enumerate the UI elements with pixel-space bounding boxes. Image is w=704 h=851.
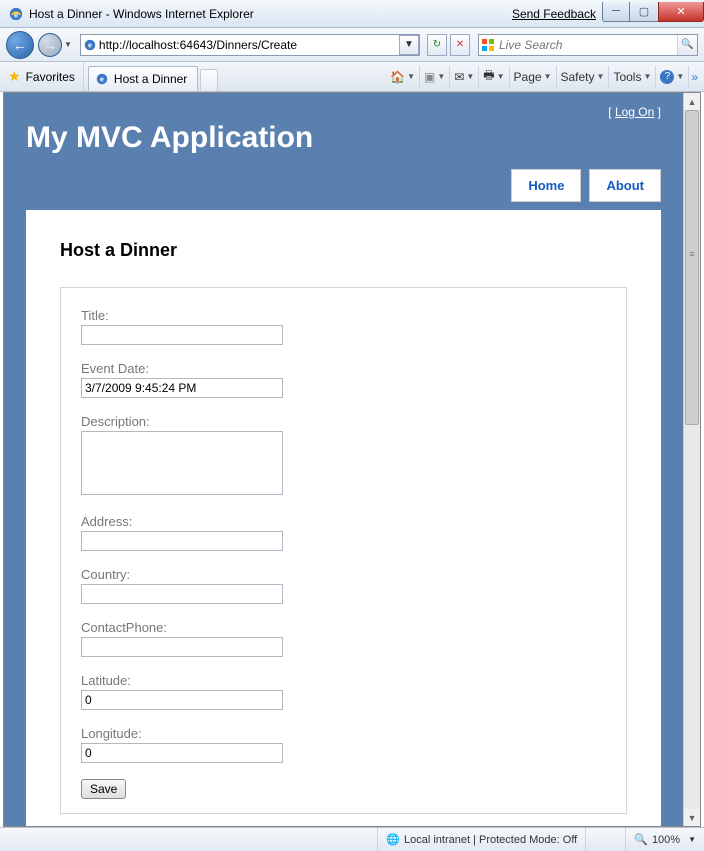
zoom-control[interactable]: 🔍 100% ▼	[625, 828, 704, 851]
save-button[interactable]: Save	[81, 779, 126, 799]
country-input[interactable]	[81, 584, 283, 604]
contactphone-label: ContactPhone:	[81, 620, 606, 635]
navigation-bar: ← → ▼ e ▼ ↻ ✕ 🔍	[0, 28, 704, 62]
scroll-track[interactable]: ≡	[684, 110, 700, 809]
scroll-up-icon[interactable]: ▲	[684, 93, 700, 110]
feeds-tool-button[interactable]: ▣▼	[420, 66, 450, 88]
mail-icon: ✉	[454, 70, 464, 84]
expand-toolbar-button[interactable]: »	[689, 66, 700, 88]
tab-icon: e	[95, 72, 109, 86]
svg-text:e: e	[88, 42, 92, 49]
search-input[interactable]	[497, 37, 678, 53]
rss-icon: ▣	[424, 70, 435, 84]
home-icon: 🏠	[390, 70, 405, 84]
vertical-scrollbar[interactable]: ▲ ≡ ▼	[683, 93, 700, 826]
address-dropdown-icon[interactable]: ▼	[399, 35, 419, 55]
title-label: Title:	[81, 308, 606, 323]
country-label: Country:	[81, 567, 606, 582]
zoom-icon: 🔍	[634, 833, 648, 846]
nav-about[interactable]: About	[589, 169, 661, 202]
eventdate-input[interactable]	[81, 378, 283, 398]
page-icon: e	[81, 38, 99, 52]
stop-button[interactable]: ✕	[450, 34, 470, 56]
history-dropdown-icon[interactable]: ▼	[64, 40, 72, 49]
page-heading: Host a Dinner	[60, 240, 627, 261]
mail-tool-button[interactable]: ✉▼	[450, 66, 479, 88]
svg-text:e: e	[14, 10, 19, 19]
search-bar[interactable]: 🔍	[478, 34, 698, 56]
latitude-input[interactable]	[81, 690, 283, 710]
windows-flag-icon	[479, 38, 497, 52]
forward-button[interactable]: →	[38, 33, 62, 57]
globe-icon: 🌐	[386, 833, 400, 846]
eventdate-label: Event Date:	[81, 361, 606, 376]
title-input[interactable]	[81, 325, 283, 345]
scroll-thumb[interactable]: ≡	[685, 110, 699, 425]
tools-menu-button[interactable]: Tools▼	[609, 66, 656, 88]
help-icon: ?	[660, 70, 674, 84]
page-menu-button[interactable]: Page▼	[510, 66, 557, 88]
browser-tab[interactable]: e Host a Dinner	[88, 66, 198, 91]
maximize-button[interactable]: ▢	[630, 2, 658, 22]
status-bar: 🌐 Local intranet | Protected Mode: Off 🔍…	[0, 827, 704, 851]
description-input[interactable]	[81, 431, 283, 495]
address-bar[interactable]: e ▼	[80, 34, 420, 56]
favorites-button[interactable]: ★ Favorites	[0, 62, 84, 91]
page-body: [ Log On ] My MVC Application Home About…	[4, 93, 683, 826]
minimize-button[interactable]: ─	[602, 2, 630, 22]
status-separator	[585, 828, 625, 851]
longitude-label: Longitude:	[81, 726, 606, 741]
home-tool-button[interactable]: 🏠▼	[386, 66, 420, 88]
form-fieldset: Title: Event Date: Description: Address:	[60, 287, 627, 814]
print-tool-button[interactable]: 🖶▼	[479, 66, 509, 88]
app-title: My MVC Application	[26, 121, 661, 155]
star-icon: ★	[8, 68, 21, 85]
url-input[interactable]	[99, 38, 400, 52]
window-titlebar: e Host a Dinner - Windows Internet Explo…	[0, 0, 704, 28]
browser-viewport: [ Log On ] My MVC Application Home About…	[3, 92, 701, 827]
nav-home[interactable]: Home	[511, 169, 581, 202]
command-bar: ★ Favorites e Host a Dinner 🏠▼ ▣▼ ✉▼ 🖶▼ …	[0, 62, 704, 92]
send-feedback-link[interactable]: Send Feedback	[512, 7, 596, 21]
favorites-label: Favorites	[26, 70, 75, 84]
new-tab-button[interactable]	[200, 69, 218, 91]
scroll-down-icon[interactable]: ▼	[684, 809, 700, 826]
logon-link[interactable]: [ Log On ]	[26, 105, 661, 119]
ie-icon: e	[8, 6, 24, 22]
longitude-input[interactable]	[81, 743, 283, 763]
refresh-button[interactable]: ↻	[427, 34, 447, 56]
latitude-label: Latitude:	[81, 673, 606, 688]
security-zone[interactable]: 🌐 Local intranet | Protected Mode: Off	[377, 828, 585, 851]
tab-label: Host a Dinner	[114, 72, 187, 86]
svg-text:e: e	[100, 77, 104, 84]
safety-menu-button[interactable]: Safety▼	[557, 66, 610, 88]
print-icon: 🖶	[483, 66, 494, 87]
back-button[interactable]: ←	[6, 31, 34, 59]
help-button[interactable]: ?▼	[656, 66, 689, 88]
contactphone-input[interactable]	[81, 637, 283, 657]
address-input[interactable]	[81, 531, 283, 551]
window-title: Host a Dinner - Windows Internet Explore…	[29, 7, 512, 21]
description-label: Description:	[81, 414, 606, 429]
close-button[interactable]: ✕	[658, 2, 704, 22]
search-button[interactable]: 🔍	[677, 35, 697, 55]
address-label: Address:	[81, 514, 606, 529]
